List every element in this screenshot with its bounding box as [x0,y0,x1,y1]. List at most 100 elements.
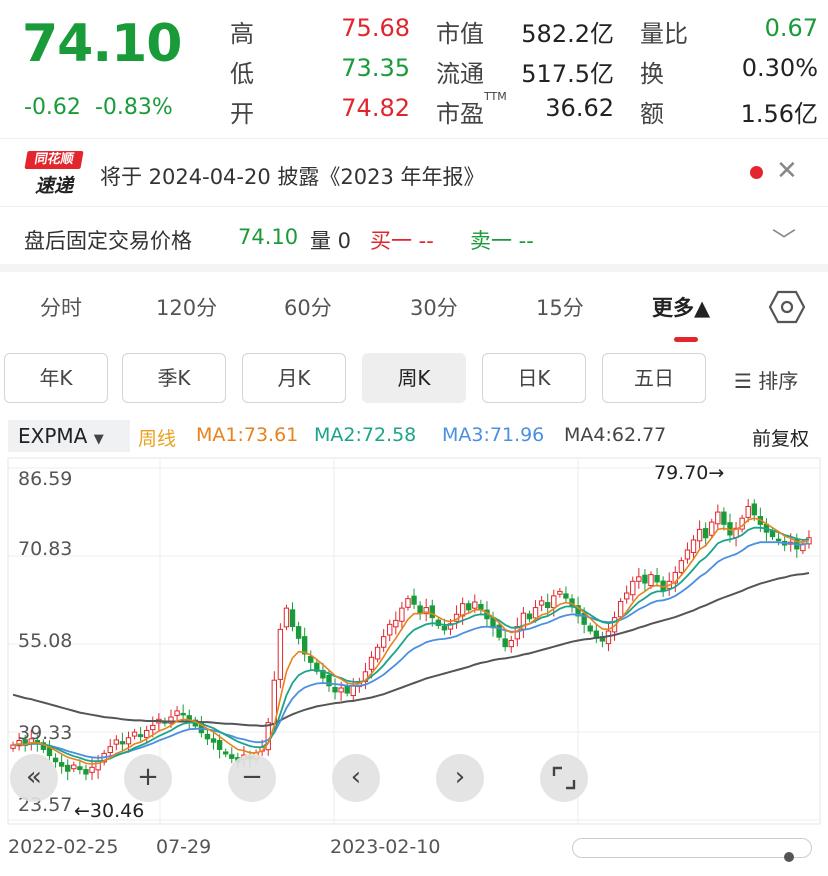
adjust-label[interactable]: 前复权 [752,424,809,451]
candle-body [180,712,186,716]
candle-body [344,685,350,694]
after-hours-bar[interactable]: 盘后固定交易价格 74.10 量 0 买一 -- 卖一 -- ﹀ [0,206,828,264]
candle-body [295,626,302,639]
high-value: 75.68 [341,14,410,42]
candle-body [210,738,217,743]
min-price-marker: ←30.46 [74,800,145,822]
candle-body [715,511,721,525]
tab-30min[interactable]: 30分 [410,292,458,322]
year-k-button[interactable]: 年K [4,353,108,403]
menu-icon: ☰ [734,369,759,393]
candle-body [83,769,89,775]
y-tick-label: 70.83 [18,538,73,560]
candle-body [131,731,138,737]
candle-body [690,539,697,554]
price-change: -0.62 -0.83% [24,95,173,120]
mcap-value: 582.2亿 [521,20,614,48]
zoom-in-button[interactable]: + [124,754,172,802]
rewind-button[interactable]: « [10,754,58,802]
sort-button[interactable]: ☰ 排序 [734,365,798,394]
candle-body [332,686,338,693]
high-label: 高 [230,20,254,48]
x-tick-label: 2023-02-10 [330,836,441,858]
candle-body [678,560,685,573]
tab-intraday[interactable]: 分时 [40,292,82,322]
volume-ratio-label: 量比 [640,20,688,48]
quarter-k-button[interactable]: 季K [122,353,226,403]
week-k-button[interactable]: 周K [362,353,466,403]
turnover-label: 换 [640,60,664,88]
chevron-left-icon: ‹ [350,762,362,792]
y-tick-label: 55.08 [18,630,73,652]
unread-dot-icon [750,166,763,179]
candle-body [563,593,569,599]
indicator-select[interactable]: EXPMA ▼ [8,420,130,452]
candle-body [350,685,356,697]
volume-ratio-value: 0.67 [764,14,818,42]
amount-label: 额 [640,100,664,128]
candle-body [411,595,417,605]
five-day-button[interactable]: 五日 [602,353,706,403]
candle-body [405,598,411,608]
ma4-value: MA4:62.77 [564,424,667,446]
amount-value: 1.56亿 [740,100,818,128]
candle-body [107,746,113,754]
float-value: 517.5亿 [521,60,614,88]
double-left-icon: « [26,762,42,792]
indicator-row: EXPMA ▼ 周线 MA1:73.61 MA2:72.58 MA3:71.96… [0,418,828,454]
candle-body [380,636,387,648]
candle-body [338,687,344,693]
x-tick-label: 2022-02-25 [8,836,119,858]
candle-body [58,762,65,767]
y-tick-label: 39.33 [18,722,73,744]
day-k-button[interactable]: 日K [482,353,586,403]
candle-body [775,538,782,542]
tab-15min[interactable]: 15分 [536,292,584,322]
open-label: 开 [230,100,254,128]
candle-body [150,724,156,731]
chart-scrollbar[interactable] [572,838,812,858]
candle-body [466,603,472,611]
change-percent: -0.83% [94,95,173,120]
candle-body [526,613,533,620]
month-k-button[interactable]: 月K [242,353,346,403]
max-price-marker: 79.70→ [654,462,725,484]
after-hours-label: 盘后固定交易价格 [24,229,192,253]
prev-button[interactable]: ‹ [332,754,380,802]
candle-body [216,740,223,750]
news-banner[interactable]: 同花顺 速递 将于 2024-04-20 披露《2023 年年报》 [0,138,828,206]
tab-60min[interactable]: 60分 [284,292,332,322]
candle-body [113,739,120,745]
candle-body [89,766,95,773]
ma3-value: MA3:71.96 [442,424,545,446]
zoom-out-button[interactable]: − [228,754,276,802]
news-text[interactable]: 将于 2024-04-20 披露《2023 年年报》 [100,161,485,191]
chevron-down-icon[interactable]: ﹀ [772,221,796,256]
tab-120min[interactable]: 120分 [156,292,217,322]
candle-body [77,766,83,771]
candle-body [65,764,71,772]
candle-body [654,574,660,583]
candle-body [478,604,484,610]
candle-body [496,624,502,638]
after-hours-price: 74.10 [238,225,299,249]
candle-body [684,549,691,560]
scrollbar-handle[interactable] [784,852,794,862]
close-icon[interactable]: ✕ [776,156,798,186]
candle-body [630,580,636,596]
ma2-value: MA2:72.58 [314,424,417,446]
fullscreen-button[interactable] [540,754,588,802]
x-tick-label: 07-29 [156,836,212,858]
triangle-down-icon: ▼ [93,432,104,447]
tab-more[interactable]: 更多▲ [652,292,710,322]
candle-body [283,607,290,628]
candle-body [751,503,757,516]
settings-hexagon-icon[interactable] [768,290,806,324]
candle-body [587,625,593,632]
candle-body [617,600,624,618]
low-label: 低 [230,60,254,88]
candle-body [204,733,211,740]
next-button[interactable]: › [436,754,484,802]
candle-body [393,619,399,628]
candle-body [545,602,551,609]
